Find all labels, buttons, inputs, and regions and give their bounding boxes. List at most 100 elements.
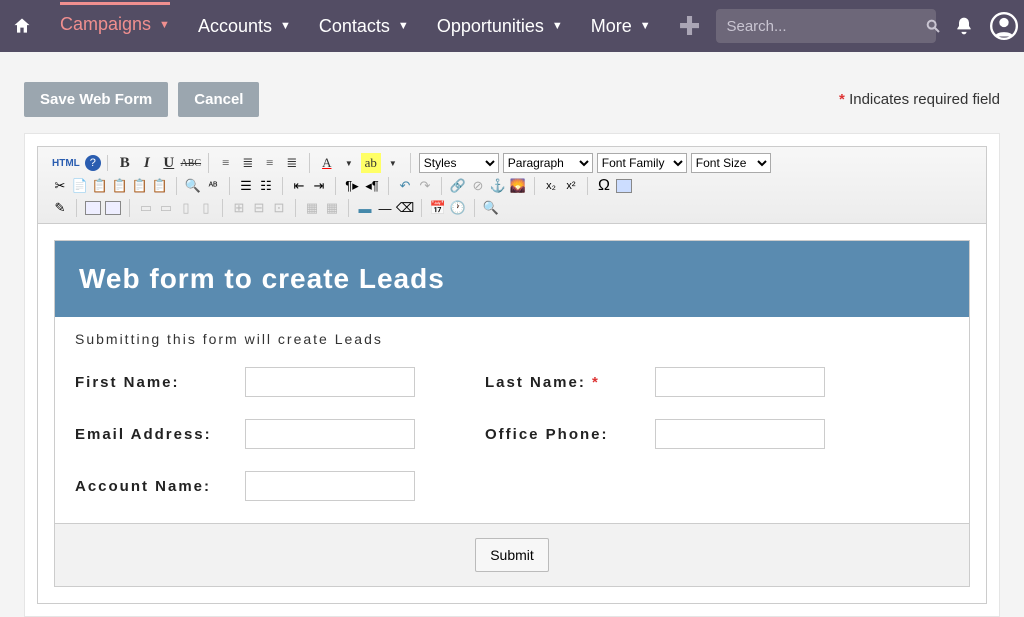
superscript-icon[interactable]: x²: [562, 177, 580, 195]
caret-down-icon: ▼: [280, 20, 291, 32]
replace-icon[interactable]: ᴬᴮ: [204, 177, 222, 195]
layer-icon[interactable]: [84, 199, 102, 217]
page-actions: Save Web Form Cancel * Indicates require…: [0, 52, 1024, 117]
underline-button[interactable]: U: [159, 153, 179, 173]
table-del-icon[interactable]: ▦: [323, 199, 341, 217]
caret-down-icon: ▼: [398, 20, 409, 32]
cancel-button[interactable]: Cancel: [178, 82, 259, 117]
fontsize-select[interactable]: Font Size: [691, 153, 771, 173]
align-left-button[interactable]: ≡: [216, 153, 236, 173]
search-input[interactable]: [726, 18, 925, 35]
nav-contacts[interactable]: Contacts ▼: [319, 4, 409, 49]
caret-down-icon[interactable]: ▼: [383, 153, 403, 173]
time-icon[interactable]: 🕐: [449, 199, 467, 217]
number-list-icon[interactable]: ☷: [257, 177, 275, 195]
undo-icon[interactable]: ↶: [396, 177, 414, 195]
hr-icon[interactable]: ▬: [356, 199, 374, 217]
link-icon[interactable]: 🔗: [449, 177, 467, 195]
paragraph-select[interactable]: Paragraph: [503, 153, 593, 173]
nav-more[interactable]: More ▼: [591, 4, 651, 49]
copy-icon[interactable]: 📄: [71, 177, 89, 195]
italic-button[interactable]: I: [137, 153, 157, 173]
special-char-icon[interactable]: Ω: [595, 177, 613, 195]
row-after-icon[interactable]: ▭: [157, 199, 175, 217]
add-icon[interactable]: ✚: [679, 13, 701, 39]
col-after-icon[interactable]: ▯: [197, 199, 215, 217]
text-color-button[interactable]: A: [317, 153, 337, 173]
caret-down-icon[interactable]: ▼: [339, 153, 359, 173]
strikethrough-button[interactable]: ABC: [181, 153, 201, 173]
paste-plain-icon[interactable]: 📋: [151, 177, 169, 195]
styles-select[interactable]: Styles: [419, 153, 499, 173]
align-justify-button[interactable]: ≣: [282, 153, 302, 173]
required-star-icon: *: [839, 91, 845, 108]
highlight-button[interactable]: ab: [361, 153, 381, 173]
anchor-icon[interactable]: ⚓: [489, 177, 507, 195]
nav-label: Opportunities: [437, 16, 544, 37]
split2-icon[interactable]: ⊡: [270, 199, 288, 217]
editor-body[interactable]: Web form to create Leads Submitting this…: [38, 224, 986, 603]
caret-down-icon: ▼: [159, 19, 170, 31]
paste-icon[interactable]: 📋: [91, 177, 109, 195]
line-icon[interactable]: —: [376, 199, 394, 217]
bold-button[interactable]: B: [115, 153, 135, 173]
nav-label: More: [591, 16, 632, 37]
phone-input[interactable]: [655, 419, 825, 449]
table-icon[interactable]: [615, 177, 633, 195]
account-input[interactable]: [245, 471, 415, 501]
nav-label: Contacts: [319, 16, 390, 37]
paste-text-icon[interactable]: 📋: [111, 177, 129, 195]
image-icon[interactable]: 🌄: [509, 177, 527, 195]
edit-icon[interactable]: ✎: [51, 199, 69, 217]
fontfamily-select[interactable]: Font Family: [597, 153, 687, 173]
layer2-icon[interactable]: [104, 199, 122, 217]
unlink-icon[interactable]: ⊘: [469, 177, 487, 195]
preview-icon[interactable]: 🔍: [482, 199, 500, 217]
email-input[interactable]: [245, 419, 415, 449]
col-before-icon[interactable]: ▯: [177, 199, 195, 217]
form-description: Submitting this form will create Leads: [55, 317, 969, 353]
bullet-list-icon[interactable]: ☰: [237, 177, 255, 195]
align-right-button[interactable]: ≡: [260, 153, 280, 173]
html-source-button[interactable]: HTML: [50, 158, 82, 169]
redo-icon[interactable]: ↷: [416, 177, 434, 195]
phone-label: Office Phone:: [485, 426, 655, 443]
account-label: Account Name:: [75, 478, 245, 495]
nav-opportunities[interactable]: Opportunities ▼: [437, 4, 563, 49]
first-name-input[interactable]: [245, 367, 415, 397]
split-icon[interactable]: ⊟: [250, 199, 268, 217]
remove-format-icon[interactable]: ⌫: [396, 199, 414, 217]
nav-campaigns[interactable]: Campaigns ▼: [60, 2, 170, 47]
caret-down-icon: ▼: [552, 20, 563, 32]
editor-panel: HTML ? B I U ABC ≡ ≣ ≡ ≣ A ▼: [24, 133, 1000, 617]
search-box[interactable]: [716, 9, 936, 43]
form-footer: Submit: [55, 523, 969, 586]
last-name-input[interactable]: [655, 367, 825, 397]
help-icon[interactable]: ?: [85, 155, 101, 171]
date-icon[interactable]: 📅: [429, 199, 447, 217]
subscript-icon[interactable]: x₂: [542, 177, 560, 195]
user-profile-icon[interactable]: [990, 12, 1018, 40]
find-icon[interactable]: 🔍: [184, 177, 202, 195]
cut-icon[interactable]: ✂: [51, 177, 69, 195]
nav-accounts[interactable]: Accounts ▼: [198, 4, 291, 49]
ltr-icon[interactable]: ¶▸: [343, 177, 361, 195]
table-props-icon[interactable]: ▦: [303, 199, 321, 217]
submit-button[interactable]: Submit: [475, 538, 549, 572]
search-icon[interactable]: [925, 18, 941, 34]
outdent-icon[interactable]: ⇤: [290, 177, 308, 195]
row-before-icon[interactable]: ▭: [137, 199, 155, 217]
indent-icon[interactable]: ⇥: [310, 177, 328, 195]
notifications-icon[interactable]: [954, 16, 974, 36]
paste-word-icon[interactable]: 📋: [131, 177, 149, 195]
required-star-icon: *: [592, 374, 600, 391]
nav-label: Campaigns: [60, 14, 151, 35]
merge-icon[interactable]: ⊞: [230, 199, 248, 217]
align-center-button[interactable]: ≣: [238, 153, 258, 173]
form-grid: First Name: Last Name: * Email Address: …: [55, 353, 969, 523]
home-icon[interactable]: [12, 12, 32, 40]
caret-down-icon: ▼: [640, 20, 651, 32]
rtl-icon[interactable]: ◂¶: [363, 177, 381, 195]
save-button[interactable]: Save Web Form: [24, 82, 168, 117]
web-form: Web form to create Leads Submitting this…: [54, 240, 970, 587]
